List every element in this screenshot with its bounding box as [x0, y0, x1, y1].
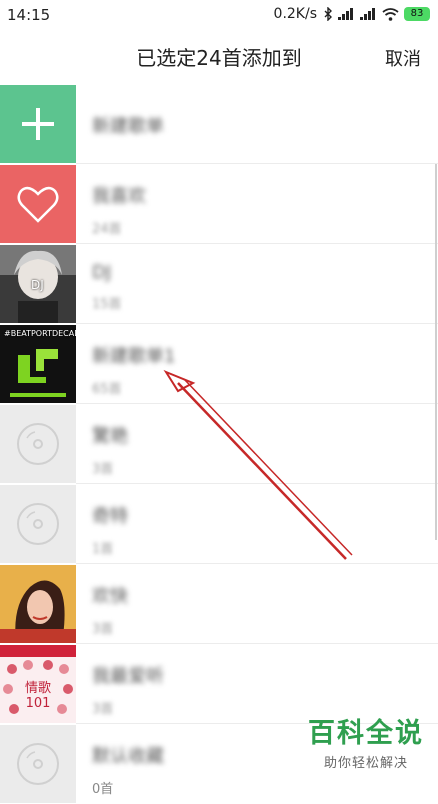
row-text: 我最爱听 3首: [92, 662, 164, 717]
net-speed: 0.2K/s: [273, 6, 317, 22]
playlist-title: 奇特: [92, 506, 128, 527]
plus-icon: [0, 85, 76, 163]
disc-icon: [0, 725, 76, 803]
row-text: 新建歌单1 65首: [92, 342, 175, 397]
dj-cover-art: DJ: [0, 245, 76, 323]
battery-icon: 83: [404, 7, 430, 21]
signal-icon: [338, 8, 353, 20]
cover-label: 情歌 101: [24, 681, 51, 711]
watermark-logo: 百科全说 助你轻松解决: [308, 711, 424, 771]
watermark-title: 百科全说: [308, 718, 424, 749]
disc-icon-glyph: [17, 743, 59, 785]
new-playlist-row[interactable]: 新建歌单: [0, 84, 438, 164]
disc-icon: [0, 485, 76, 563]
plus-icon-glyph: [22, 108, 54, 140]
playlist-count: 24首: [92, 222, 122, 237]
header: 已选定24首添加到 取消: [0, 32, 438, 82]
playlist-count: 1首: [92, 542, 114, 557]
love-songs-cover-art: 情歌 101: [0, 645, 76, 723]
wifi-icon: [382, 7, 399, 21]
row-text: 默认收藏 0首: [92, 742, 164, 797]
page-title: 已选定24首添加到: [136, 46, 302, 70]
status-bar: 14:15 0.2K/s 83: [0, 0, 438, 32]
row-text: 驚艳 3首: [92, 422, 128, 477]
list-item[interactable]: #BEATPORTDECADE 新建歌单1 65首: [0, 324, 438, 404]
list-item[interactable]: 奇特 1首: [0, 484, 438, 564]
list-item[interactable]: 我喜欢 24首: [0, 164, 438, 244]
list-item[interactable]: 驚艳 3首: [0, 404, 438, 484]
heart-icon-glyph: [17, 186, 59, 223]
bluetooth-icon: [324, 7, 332, 21]
status-time: 14:15: [7, 6, 51, 24]
disc-icon-glyph: [17, 423, 59, 465]
signal-icon: [360, 8, 375, 20]
playlist-count: 3首: [92, 462, 114, 477]
disc-icon-glyph: [17, 503, 59, 545]
playlist-title: 新建歌单1: [92, 346, 176, 367]
row-text: 欢快 3首: [92, 582, 128, 637]
status-icons: 0.2K/s 83: [274, 6, 430, 22]
revealed-cover-art: #BEATPORTDECADE: [0, 325, 76, 403]
playlist-count: 15首: [92, 297, 122, 312]
scrollbar[interactable]: [435, 164, 437, 540]
playlist-title: 新建歌单: [92, 116, 164, 137]
cover-label: DJ: [31, 278, 44, 292]
cancel-button[interactable]: 取消: [385, 45, 421, 71]
playlist-count: 0首: [92, 782, 114, 797]
playlist-title: 我最爱听: [92, 666, 164, 687]
playlist-count: 3首: [92, 622, 114, 637]
playlist-title: 驚艳: [92, 426, 128, 447]
portrait-cover-illustration: [0, 565, 76, 643]
portrait-cover-art: [0, 565, 76, 643]
heart-icon: [0, 165, 76, 243]
playlist-count: 3首: [92, 702, 114, 717]
cover-label: #BEATPORTDECADE: [4, 329, 76, 338]
disc-icon: [0, 405, 76, 483]
list-item[interactable]: 欢快 3首: [0, 564, 438, 644]
playlist-count: 65首: [92, 382, 122, 397]
playlist-title: DJ: [92, 262, 112, 283]
row-text: 我喜欢 24首: [92, 182, 146, 237]
playlist-title: 我喜欢: [92, 186, 146, 207]
watermark-subtitle: 助你轻松解决: [323, 756, 408, 771]
playlist-list: 新建歌单 我喜欢 24首 DJ DJ 15首 #BEATPORTDECA 新建歌…: [0, 84, 438, 804]
row-text: 奇特 1首: [92, 502, 128, 557]
list-item[interactable]: DJ DJ 15首: [0, 244, 438, 324]
playlist-title: 默认收藏: [92, 746, 164, 767]
playlist-title: 欢快: [92, 586, 128, 607]
row-text: 新建歌单: [92, 112, 164, 138]
row-text: DJ 15首: [92, 262, 122, 312]
